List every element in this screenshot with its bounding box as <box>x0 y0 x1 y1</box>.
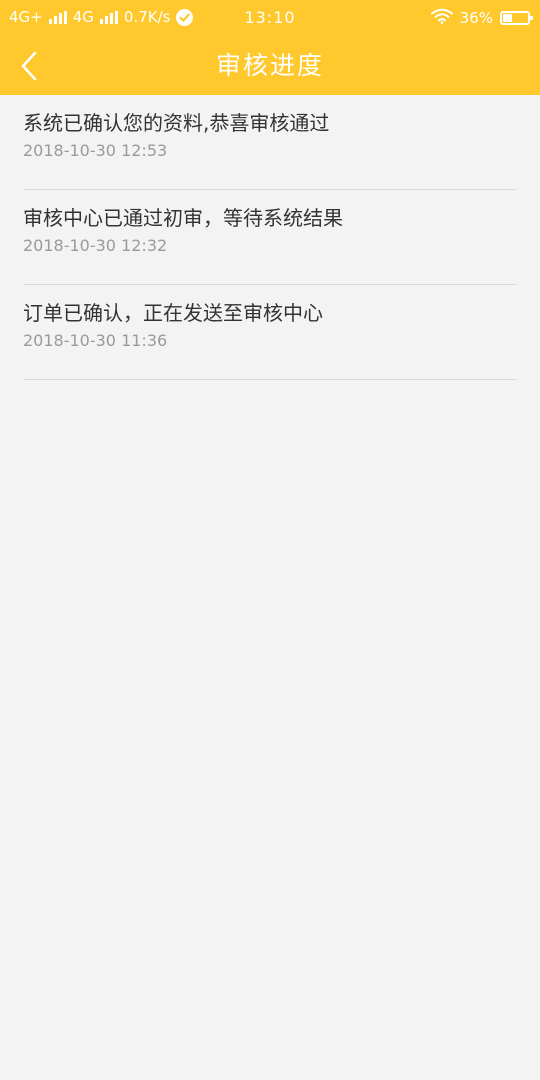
list-item: 订单已确认，正在发送至审核中心 2018-10-30 11:36 <box>23 285 517 380</box>
battery-percent: 36% <box>459 9 493 27</box>
page-title: 审核进度 <box>215 51 324 80</box>
progress-message: 系统已确认您的资料,恭喜审核通过 <box>23 111 330 135</box>
progress-time: 2018-10-30 11:36 <box>23 331 168 350</box>
status-bar: 4G+ 4G 0.7K/s 13:10 36% <box>0 0 540 36</box>
status-right: 36% <box>430 8 533 28</box>
wifi-icon <box>430 8 453 28</box>
list-item: 审核中心已通过初审，等待系统结果 2018-10-30 12:32 <box>23 190 517 285</box>
progress-time: 2018-10-30 12:53 <box>23 141 168 160</box>
progress-message: 订单已确认，正在发送至审核中心 <box>23 301 323 325</box>
progress-message: 审核中心已通过初审，等待系统结果 <box>23 206 343 230</box>
list-item: 系统已确认您的资料,恭喜审核通过 2018-10-30 12:53 <box>23 95 517 190</box>
progress-list: 系统已确认您的资料,恭喜审核通过 2018-10-30 12:53 审核中心已通… <box>23 95 517 380</box>
battery-icon <box>500 11 533 25</box>
progress-time: 2018-10-30 12:32 <box>23 236 168 255</box>
app-header: 4G+ 4G 0.7K/s 13:10 36% 审核进度 <box>0 0 540 95</box>
